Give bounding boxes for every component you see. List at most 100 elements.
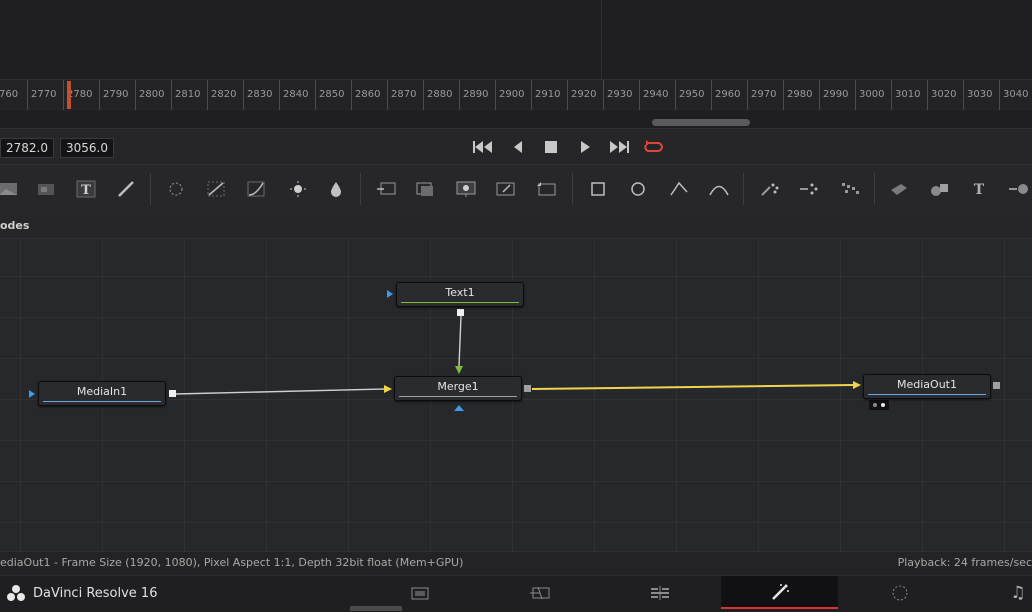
node-color-bar [868, 394, 986, 395]
text-output-port[interactable] [457, 309, 464, 316]
3d-text-tool[interactable]: T [967, 177, 991, 201]
skip-to-start-button[interactable] [472, 137, 494, 157]
app-brand: DaVinci Resolve 16 [6, 584, 157, 602]
timeline-scrollbar-thumb[interactable] [652, 119, 750, 126]
pixel-particles-tool[interactable] [838, 177, 862, 201]
transform-tool[interactable] [494, 177, 518, 201]
3d-shape-tool[interactable] [887, 177, 911, 201]
loader-tool[interactable] [374, 177, 398, 201]
node-label: Merge1 [437, 380, 479, 393]
step-back-button[interactable] [507, 137, 529, 157]
ruler-tick: 3040 [999, 80, 1028, 110]
color-corrector-tool[interactable] [286, 177, 310, 201]
merge-tool[interactable] [454, 177, 478, 201]
tool-bar: T T [0, 164, 1032, 215]
image-plane-icon [38, 184, 54, 195]
ruler-tick: 2790 [99, 80, 128, 110]
nodes-panel-header: odes [0, 214, 1032, 239]
viewer-area [0, 0, 1032, 79]
page-fusion[interactable] [721, 576, 838, 609]
mediaout-output-port[interactable] [993, 382, 1000, 389]
text-icon: T [76, 180, 96, 198]
link-merge-to-mediaout[interactable] [531, 384, 855, 390]
ruler-tick: 2880 [423, 80, 452, 110]
step-back-icon [514, 141, 522, 153]
color-curves-tool[interactable] [204, 177, 228, 201]
node-color-bar [399, 396, 517, 397]
page-media[interactable] [402, 576, 438, 609]
3d-merge-tool[interactable] [927, 177, 951, 201]
playhead[interactable] [67, 81, 71, 109]
stop-button[interactable] [540, 137, 562, 157]
3d-render-icon [1009, 184, 1028, 194]
ruler-tick: 3000 [855, 80, 884, 110]
node-mediaout1[interactable]: MediaOut1 [863, 374, 991, 399]
mediaout-view-indicator[interactable] [869, 400, 889, 410]
ruler-tick: 2980 [783, 80, 812, 110]
blur-tool[interactable] [324, 177, 348, 201]
ruler-tick: 3010 [891, 80, 920, 110]
brightness-contrast-tool[interactable] [244, 177, 268, 201]
svg-text:T: T [974, 182, 985, 198]
ruler-tick: 2770 [27, 80, 56, 110]
toolbar-separator [874, 173, 875, 205]
mediain-output-port[interactable] [169, 390, 176, 397]
particle-render-tool[interactable] [797, 177, 821, 201]
node-editor[interactable]: Text1 MediaIn1 Merge1 MediaOut1 [0, 239, 1032, 551]
toolbar-separator [150, 173, 151, 205]
start-time-field[interactable]: 2782.0 [0, 138, 54, 158]
bspline-mask-tool[interactable] [707, 177, 731, 201]
node-text1[interactable]: Text1 [396, 282, 524, 307]
timeline-ruler[interactable]: 760 2770 2780 2790 2800 2810 2820 2830 2… [0, 79, 1032, 112]
nodes-panel-title: odes [0, 219, 30, 232]
edit-page-icon [651, 585, 669, 600]
end-time-field[interactable]: 3056.0 [60, 138, 114, 158]
particle-emitter-tool[interactable] [758, 177, 782, 201]
status-bar: ediaOut1 - Frame Size (1920, 1080), Pixe… [0, 551, 1032, 575]
timeline-scrollbar[interactable] [0, 111, 1032, 128]
merge-output-port[interactable] [524, 385, 531, 392]
polygon-mask-tool[interactable] [667, 177, 691, 201]
text-tool[interactable]: T [74, 177, 98, 201]
toolbar-separator [743, 173, 744, 205]
loop-icon [644, 140, 663, 152]
svg-text:T: T [81, 183, 91, 198]
3d-render-tool[interactable] [1006, 177, 1030, 201]
transport-bar: 2782.0 3056.0 [0, 128, 1032, 165]
page-fairlight[interactable]: ♫ [1003, 576, 1032, 609]
page-cut[interactable] [520, 576, 560, 609]
rectangle-mask-tool[interactable] [586, 177, 610, 201]
ruler-tick: 2990 [819, 80, 848, 110]
sun-icon [290, 181, 306, 197]
viewer-split-divider[interactable] [601, 0, 602, 79]
merge-foreground-input-arrow [455, 366, 463, 374]
crop-transform-tool[interactable] [535, 177, 559, 201]
ruler-tick: 2830 [243, 80, 272, 110]
loop-button[interactable] [642, 137, 664, 157]
3d-text-icon: T [974, 182, 985, 198]
paint-tool[interactable] [114, 177, 138, 201]
node-label: MediaIn1 [76, 385, 128, 398]
mediaout-input-arrow [853, 381, 861, 389]
link-mediain-to-merge[interactable] [174, 388, 387, 395]
node-merge1[interactable]: Merge1 [394, 376, 522, 401]
view-indicator-left-dot [873, 403, 877, 407]
node-label: MediaOut1 [897, 378, 957, 391]
ruler-tick: 2810 [171, 80, 200, 110]
ruler-tick: 2940 [639, 80, 668, 110]
play-button[interactable] [574, 137, 596, 157]
page-edit[interactable] [640, 576, 680, 609]
background-tool[interactable] [0, 177, 20, 201]
ruler-tick: 2850 [315, 80, 344, 110]
skip-to-end-button[interactable] [608, 137, 630, 157]
stop-icon [545, 141, 557, 153]
ellipse-mask-tool[interactable] [626, 177, 650, 201]
ruler-tick: 2910 [531, 80, 560, 110]
play-icon [581, 141, 590, 153]
saver-tool[interactable] [414, 177, 438, 201]
image-plane-tool[interactable] [34, 177, 58, 201]
particles-tool[interactable] [164, 177, 188, 201]
node-mediain1[interactable]: MediaIn1 [38, 381, 166, 406]
link-text-to-merge[interactable] [458, 315, 462, 367]
page-color[interactable] [880, 576, 920, 609]
